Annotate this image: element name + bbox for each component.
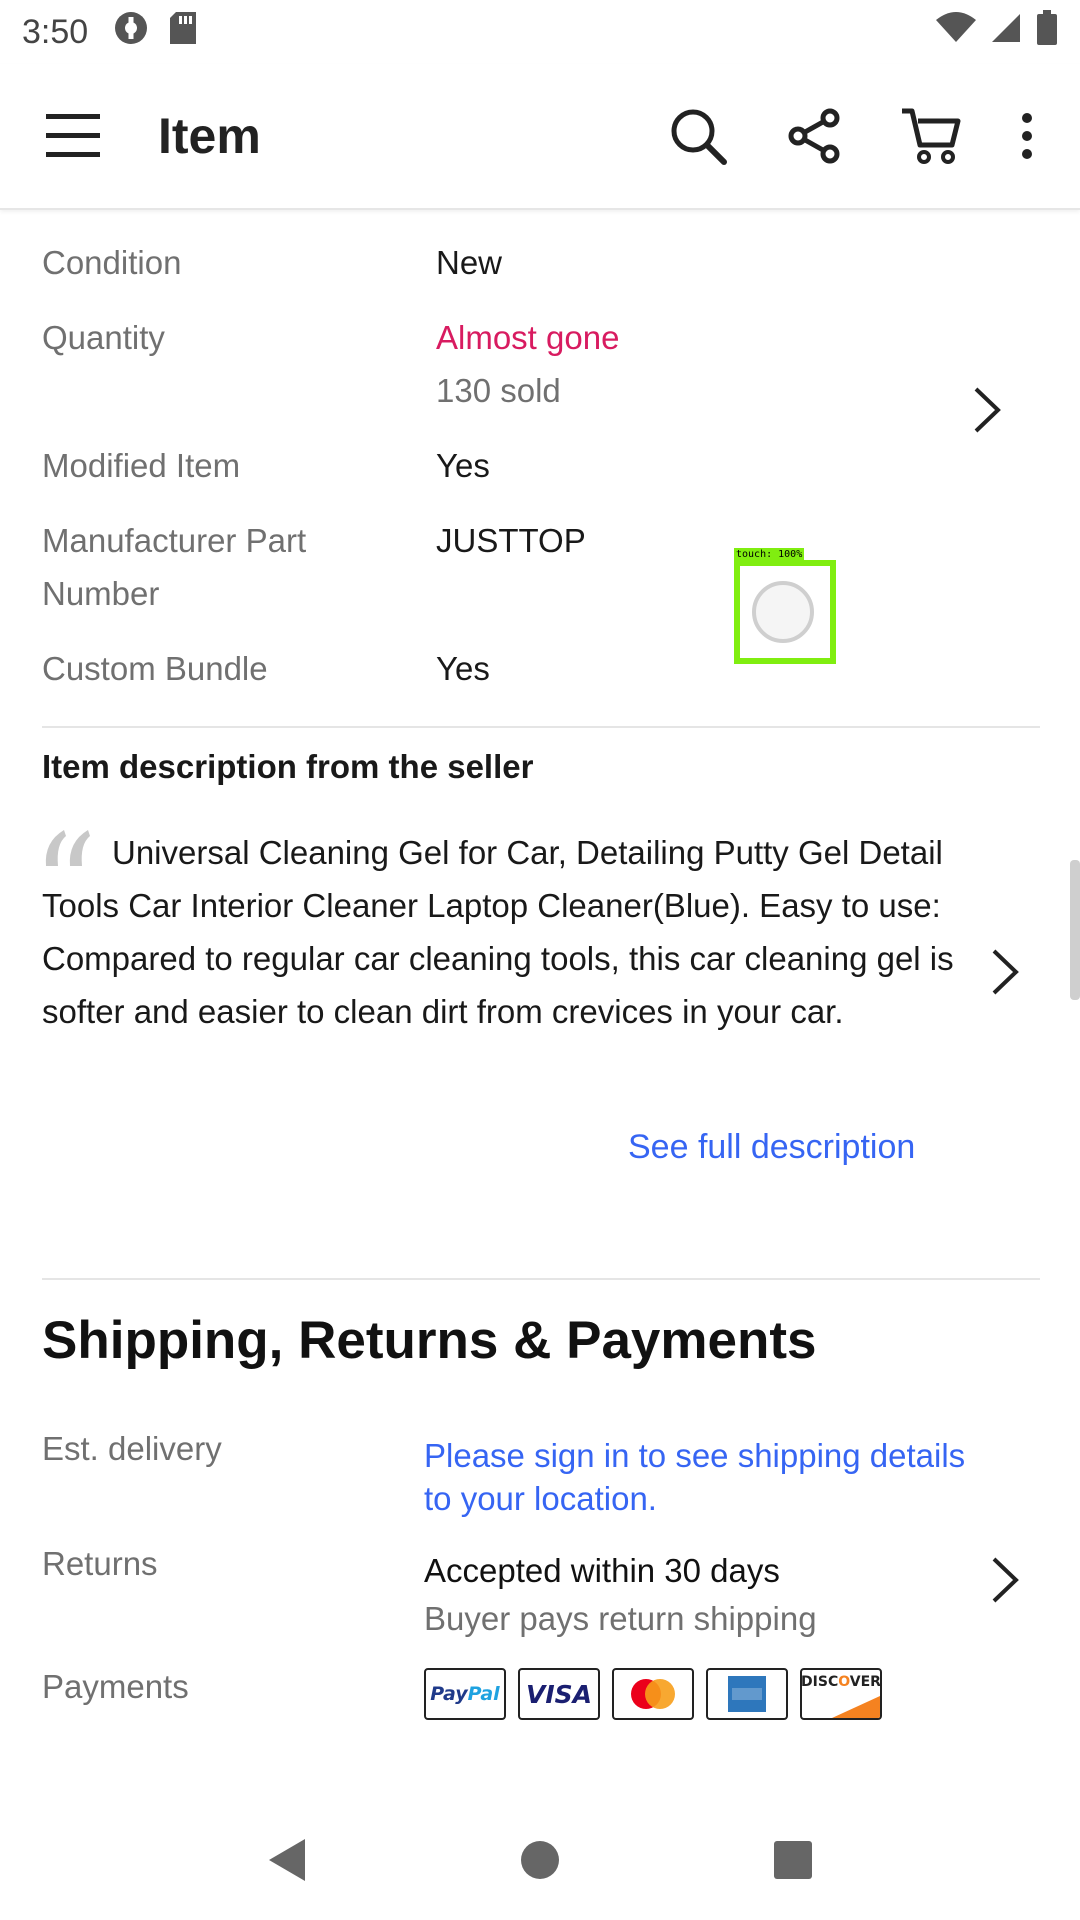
visa-logo: VISA [518, 1668, 600, 1720]
divider [42, 1278, 1040, 1280]
spec-key: Modified Item [42, 447, 241, 484]
paypal-logo: PayPal [424, 1668, 506, 1720]
spec-row-condition: Condition New [42, 236, 1042, 289]
spec-value: JUSTTOP [436, 522, 586, 559]
description-text[interactable]: Universal Cleaning Gel for Car, Detailin… [42, 826, 972, 1038]
spec-key: Custom Bundle [42, 650, 268, 687]
status-bar: 3:50 [0, 0, 1080, 64]
chevron-right-icon[interactable] [990, 1555, 1019, 1613]
wifi-icon [936, 11, 976, 53]
quote-icon [42, 828, 94, 868]
scrollbar[interactable] [1070, 860, 1080, 1000]
spec-row-custom-bundle: Custom Bundle Yes [42, 642, 1042, 695]
quantity-sold: 130 sold [436, 372, 561, 409]
see-full-description-link[interactable]: See full description [628, 1128, 915, 1167]
returns-label: Returns [42, 1545, 158, 1582]
payment-logos: PayPal VISA DISCOVER [424, 1668, 882, 1720]
chevron-right-icon[interactable] [990, 947, 1040, 1002]
spec-value: Almost gone 130 sold [436, 311, 619, 417]
search-icon[interactable] [668, 106, 728, 166]
divider [42, 726, 1040, 728]
touch-point [752, 581, 814, 643]
cell-signal-icon [990, 12, 1022, 53]
description-body: Universal Cleaning Gel for Car, Detailin… [42, 834, 954, 1030]
sign-in-shipping-link[interactable]: Please sign in to see shipping details t… [424, 1434, 984, 1520]
spec-key: Quantity [42, 319, 165, 356]
back-icon[interactable] [267, 1837, 307, 1883]
share-icon[interactable] [786, 108, 842, 164]
status-time: 3:50 [22, 12, 89, 51]
item-specifics[interactable]: Condition New Quantity Almost gone 130 s… [42, 236, 1042, 717]
battery-icon [1036, 9, 1058, 55]
quantity-alert: Almost gone [436, 319, 620, 356]
discover-logo: DISCOVER [800, 1668, 882, 1720]
spec-value: New [436, 244, 503, 281]
description-title: Item description from the seller [42, 748, 534, 785]
app-bar: Item [0, 64, 1080, 210]
spec-row-modified-item: Modified Item Yes [42, 439, 1042, 492]
screen: 3:50 Item Condition New Quantity Almost … [0, 0, 1080, 1920]
returns-sub: Buyer pays return shipping [424, 1600, 817, 1637]
returns-policy: Accepted within 30 days [424, 1552, 780, 1589]
sd-card-icon [168, 10, 198, 55]
spec-row-quantity: Quantity Almost gone 130 sold [42, 311, 1042, 433]
est-delivery-label: Est. delivery [42, 1430, 222, 1467]
payments-label: Payments [42, 1668, 189, 1705]
home-icon[interactable] [520, 1840, 560, 1880]
amex-logo [706, 1668, 788, 1720]
system-nav-bar [0, 1800, 1080, 1920]
menu-icon[interactable] [46, 112, 100, 160]
page-title: Item [158, 108, 261, 164]
cart-icon[interactable] [900, 107, 962, 165]
spec-key: Manufacturer Part Number [42, 522, 307, 612]
recents-icon[interactable] [773, 1840, 813, 1880]
mastercard-logo [612, 1668, 694, 1720]
spec-row-mpn: Manufacturer Part Number JUSTTOP [42, 514, 1042, 620]
data-saver-icon [112, 9, 150, 56]
returns-value: Accepted within 30 days Buyer pays retur… [424, 1545, 984, 1640]
shipping-heading: Shipping, Returns & Payments [42, 1311, 817, 1370]
spec-value: Yes [436, 650, 490, 687]
more-vert-icon[interactable] [1020, 112, 1034, 160]
spec-key: Condition [42, 244, 182, 281]
app-bar-actions [610, 106, 1034, 166]
spec-value: Yes [436, 447, 490, 484]
